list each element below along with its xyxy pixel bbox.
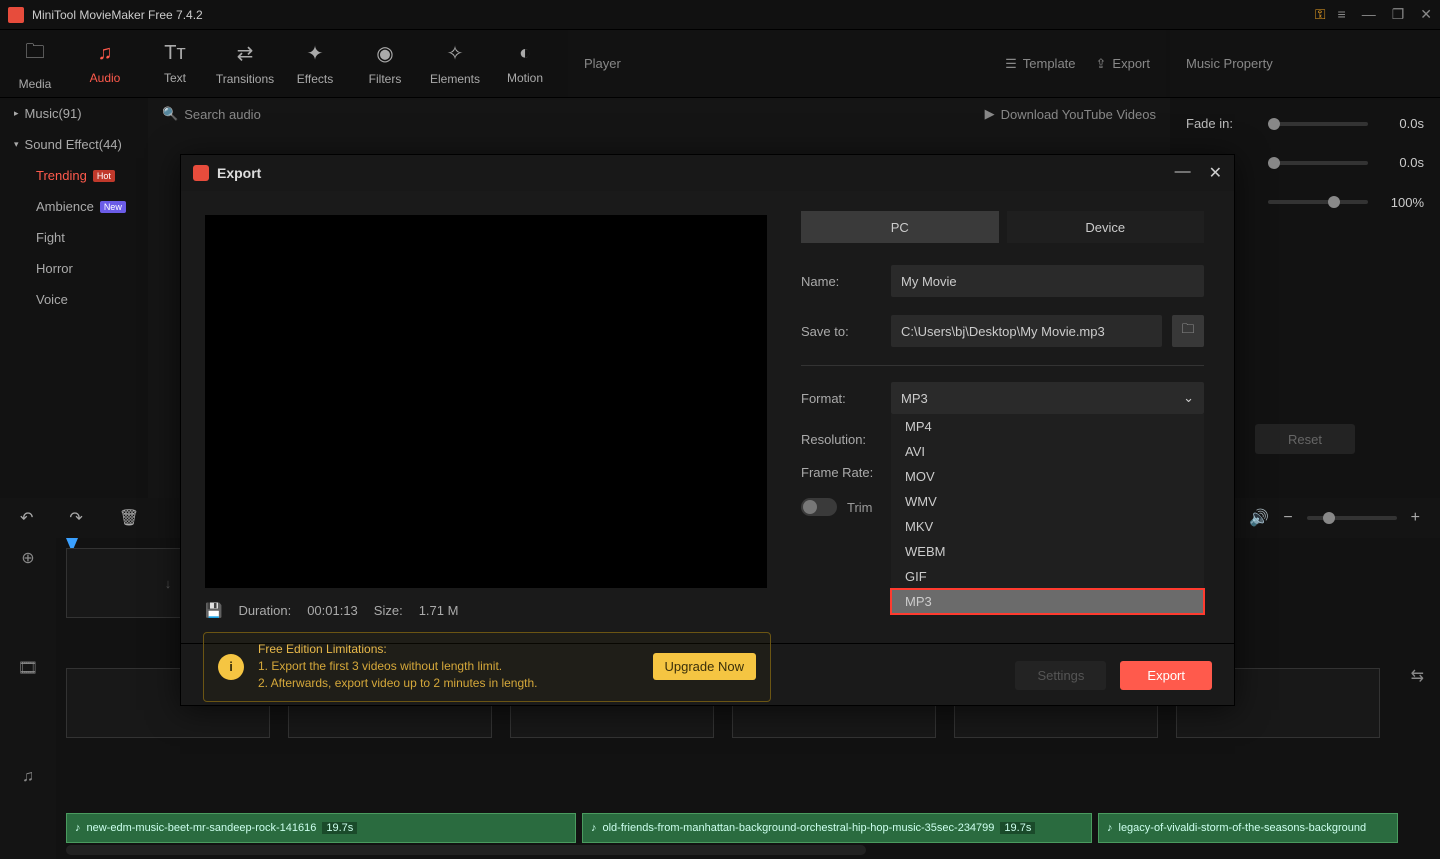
format-option-avi[interactable]: AVI (891, 439, 1204, 464)
save-icon: 💾 (205, 602, 222, 619)
export-button[interactable]: Export (1120, 661, 1212, 690)
limitations-line2: 2. Afterwards, export video up to 2 minu… (258, 675, 538, 692)
size-value: 1.71 M (419, 603, 459, 618)
name-input[interactable]: My Movie (891, 265, 1204, 297)
save-to-input[interactable]: C:\Users\bj\Desktop\My Movie.mp3 (891, 315, 1162, 347)
name-label: Name: (801, 274, 881, 289)
format-select[interactable]: MP3 ⌄ MP4 AVI MOV WMV MKV WEBM GIF MP3 (891, 382, 1204, 414)
format-value: MP3 (901, 391, 928, 406)
chevron-down-icon: ⌄ (1183, 390, 1194, 406)
format-option-mkv[interactable]: MKV (891, 514, 1204, 539)
format-option-mp4[interactable]: MP4 (891, 414, 1204, 439)
trim-toggle[interactable] (801, 498, 837, 516)
browse-button[interactable]: 🗀 (1172, 315, 1204, 347)
format-option-wmv[interactable]: WMV (891, 489, 1204, 514)
format-option-webm[interactable]: WEBM (891, 539, 1204, 564)
minimize-icon[interactable]: — (1175, 163, 1191, 183)
export-titlebar: Export — ✕ (181, 155, 1234, 191)
upgrade-button[interactable]: Upgrade Now (653, 653, 757, 680)
export-footer: i Free Edition Limitations: 1. Export th… (181, 643, 1234, 707)
limitations-line1: 1. Export the first 3 videos without len… (258, 658, 538, 675)
divider (801, 365, 1204, 366)
export-metadata: 💾 Duration: 00:01:13 Size: 1.71 M (205, 602, 767, 619)
save-to-label: Save to: (801, 324, 881, 339)
limitations-title: Free Edition Limitations: (258, 641, 538, 658)
format-option-mp3[interactable]: MP3 (891, 589, 1204, 614)
modal-overlay: Export — ✕ 💾 Duration: 00:01:13 Size: 1.… (0, 0, 1440, 859)
size-label: Size: (374, 603, 403, 618)
close-icon[interactable]: ✕ (1209, 163, 1222, 183)
format-option-mov[interactable]: MOV (891, 464, 1204, 489)
trim-label: Trim (847, 500, 873, 515)
format-dropdown: MP4 AVI MOV WMV MKV WEBM GIF MP3 (891, 414, 1204, 614)
export-modal: Export — ✕ 💾 Duration: 00:01:13 Size: 1.… (180, 154, 1235, 706)
info-icon: i (218, 654, 244, 680)
format-label: Format: (801, 391, 881, 406)
resolution-label: Resolution: (801, 432, 881, 447)
settings-button[interactable]: Settings (1015, 661, 1106, 690)
limitations-box: i Free Edition Limitations: 1. Export th… (203, 632, 771, 702)
folder-icon: 🗀 (1181, 320, 1194, 342)
framerate-label: Frame Rate: (801, 465, 881, 480)
duration-value: 00:01:13 (307, 603, 358, 618)
tab-pc[interactable]: PC (801, 211, 999, 243)
export-title: Export (217, 165, 1175, 181)
format-option-gif[interactable]: GIF (891, 564, 1204, 589)
duration-label: Duration: (238, 603, 291, 618)
tab-device[interactable]: Device (1007, 211, 1205, 243)
export-form: PC Device Name: My Movie Save to: C:\Use… (791, 191, 1234, 643)
export-preview-panel: 💾 Duration: 00:01:13 Size: 1.71 M (181, 191, 791, 643)
preview-video (205, 215, 767, 588)
export-logo-icon (193, 165, 209, 181)
